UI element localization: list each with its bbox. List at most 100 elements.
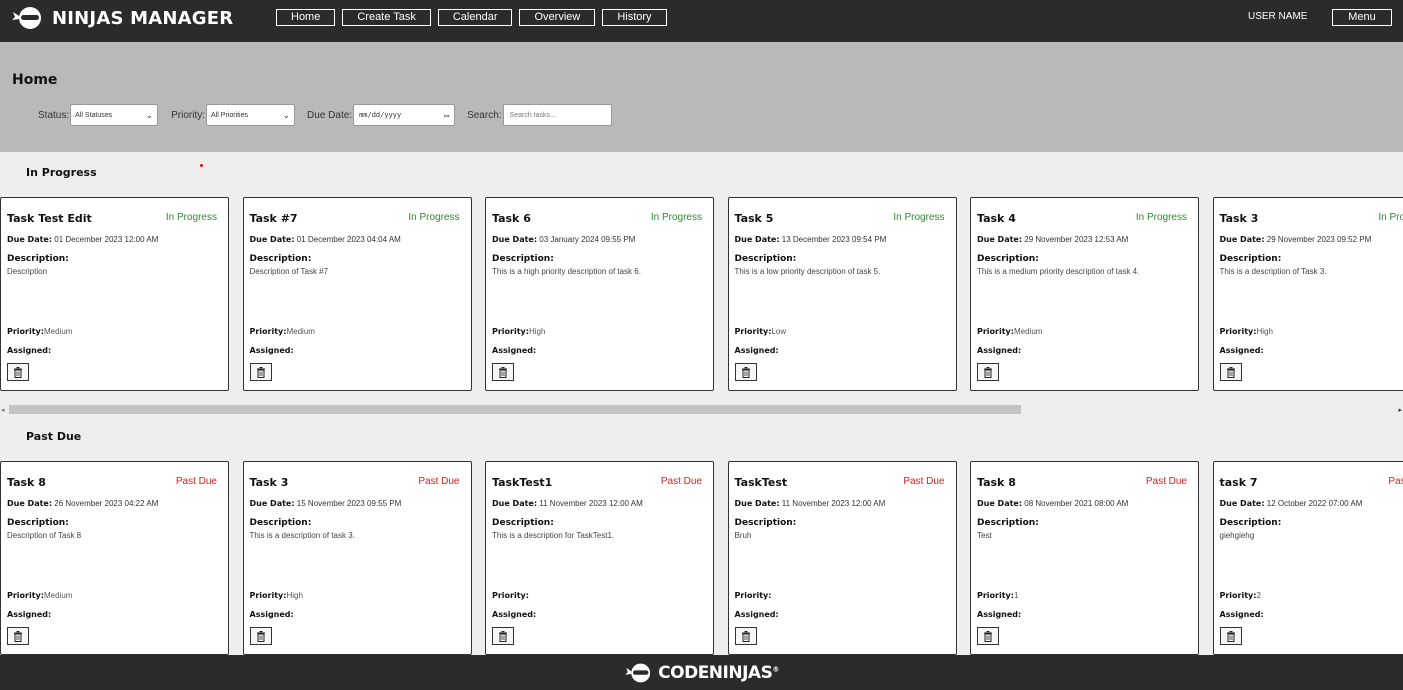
task-priority: Priority:2 [1219,591,1261,600]
task-assigned: Assigned: [492,346,537,355]
status-filter-value: All Statuses [75,111,113,119]
priority-filter-select[interactable]: All Priorities ⌄ [206,104,296,126]
ninja-logo-icon [12,7,41,29]
task-title[interactable]: Task 3 [250,476,289,489]
task-assigned: Assigned: [977,610,1022,619]
horizontal-scrollbar[interactable]: ◂ ▸ [0,404,1403,416]
task-description: This is a low priority description of ta… [734,267,881,276]
due-date-filter-label: Due Date: [307,109,353,121]
task-card[interactable]: Task 8 Past Due Due Date: 08 November 20… [970,461,1199,655]
task-card[interactable]: Task Test Edit In Progress Due Date: 01 … [0,197,229,391]
chevron-down-icon: ⌄ [282,109,291,120]
delete-task-button[interactable] [1219,363,1242,381]
nav-overview-button[interactable]: Overview [519,9,596,26]
menu-button[interactable]: Menu [1332,9,1392,26]
section-title-past-due: Past Due [26,430,82,443]
trash-icon [984,366,992,378]
delete-task-button[interactable] [977,363,999,381]
task-status: Past Due [418,476,460,487]
task-card[interactable]: Task 3 Past Due Due Date: 15 November 20… [242,461,472,655]
user-name: USER NAME [1248,11,1308,22]
past-due-row: Task 8 Past Due Due Date: 26 November 20… [0,461,1403,655]
nav-history-button[interactable]: History [602,9,667,26]
task-card[interactable]: Task 4 In Progress Due Date: 29 November… [970,197,1199,391]
task-card[interactable]: Task 8 Past Due Due Date: 26 November 20… [0,461,229,655]
task-card[interactable]: task 7 Past Due Due Date: 12 October 202… [1212,461,1403,655]
delete-task-button[interactable] [492,627,514,645]
nav-home-button[interactable]: Home [276,9,336,26]
status-filter-select[interactable]: All Statuses ⌄ [70,104,159,126]
delete-task-button[interactable] [977,627,999,645]
task-card[interactable]: TaskTest Past Due Due Date: 11 November … [727,461,957,655]
task-card[interactable]: Task 3 In Progress Due Date: 29 November… [1212,197,1403,391]
task-assigned: Assigned: [249,610,294,619]
task-card[interactable]: Task 5 In Progress Due Date: 13 December… [727,197,957,391]
task-title[interactable]: TaskTest [735,476,788,489]
trash-icon [499,630,507,642]
task-card[interactable]: TaskTest1 Past Due Due Date: 11 November… [485,461,714,655]
task-title[interactable]: TaskTest1 [492,476,552,489]
task-description-label: Description: [492,254,554,264]
task-description: This is a description for TaskTest1. [492,531,615,540]
delete-task-button[interactable] [7,363,29,381]
trash-icon [741,630,750,642]
nav-calendar-button[interactable]: Calendar [437,9,513,26]
trash-icon [984,630,992,642]
codeninjas-logo-icon [625,663,651,682]
task-title[interactable]: task 7 [1220,476,1258,489]
search-input[interactable]: Search tasks... [502,104,612,126]
delete-task-button[interactable] [492,363,514,381]
status-filter-label: Status: [38,109,70,121]
task-title[interactable]: Task 6 [492,212,531,225]
task-title[interactable]: Task 8 [7,476,46,489]
delete-task-button[interactable] [249,363,272,381]
task-status: In Progress [1135,212,1187,223]
task-title[interactable]: Task 5 [735,212,774,225]
delete-task-button[interactable] [734,627,757,645]
task-description-label: Description: [1219,518,1282,528]
filters: Status: All Statuses ⌄ Priority: All Pri… [38,104,612,126]
delete-task-button[interactable] [249,627,272,645]
task-due-date: Due Date: 12 October 2022 07:00 AM [1219,499,1363,508]
task-status: Past Due [660,476,702,487]
scrollbar-thumb[interactable] [9,405,1021,414]
task-title[interactable]: Task 4 [977,212,1016,225]
delete-task-button[interactable] [7,627,29,645]
task-description: giehgiehg [1219,531,1255,540]
task-status: Past Due [903,476,945,487]
due-date-input[interactable]: mm/dd/yyyy ▭ [353,104,456,126]
task-assigned: Assigned: [492,610,537,619]
task-description: This is a description of Task 3. [1219,267,1327,276]
delete-task-button[interactable] [734,363,757,381]
task-assigned: Assigned: [977,346,1022,355]
filter-bar: Home Status: All Statuses ⌄ Priority: Al… [0,42,1403,152]
delete-task-button[interactable] [1219,627,1242,645]
task-description: Test [977,531,992,540]
task-title[interactable]: Task #7 [250,212,298,225]
calendar-icon[interactable]: ▭ [444,111,449,120]
scroll-left-arrow-icon[interactable]: ◂ [1,406,5,414]
task-priority: Priority:1 [977,591,1019,600]
scroll-right-arrow-icon[interactable]: ▸ [1398,406,1402,414]
in-progress-row: Task Test Edit In Progress Due Date: 01 … [0,197,1403,391]
task-priority: Priority:Medium [7,591,73,600]
section-title-in-progress: In Progress [26,166,97,179]
priority-filter-label: Priority: [171,109,206,121]
task-description-label: Description: [977,518,1039,528]
task-card[interactable]: Task 6 In Progress Due Date: 03 January … [485,197,714,391]
task-title[interactable]: Task 3 [1220,212,1259,225]
nav-create-task-button[interactable]: Create Task [342,9,431,26]
task-card[interactable]: Task #7 In Progress Due Date: 01 Decembe… [242,197,472,391]
task-due-date: Due Date: 29 November 2023 12:53 AM [977,235,1129,244]
task-due-date: Due Date: 01 December 2023 04:04 AM [249,235,401,244]
brand[interactable]: NINJAS MANAGER [12,4,233,32]
task-due-date: Due Date: 01 December 2023 12:00 AM [7,235,159,244]
task-priority: Priority:Medium [249,327,315,336]
task-assigned: Assigned: [1219,610,1264,619]
task-priority: Priority:Medium [977,327,1043,336]
task-assigned: Assigned: [249,346,294,355]
task-title[interactable]: Task 8 [977,476,1016,489]
search-label: Search: [467,109,502,121]
task-title[interactable]: Task Test Edit [7,212,92,225]
task-priority: Priority:High [1219,327,1273,336]
